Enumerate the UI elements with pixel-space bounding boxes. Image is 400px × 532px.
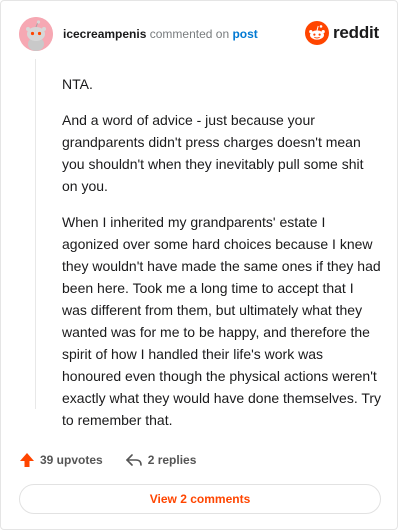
comment-header: icecreampenis commented on post reddit [19, 17, 379, 51]
thread-line [35, 59, 36, 409]
upvote-arrow-icon [20, 453, 34, 467]
brand-wordmark: reddit [332, 23, 379, 42]
upvote-count: 39 upvotes [40, 453, 103, 467]
comment-card: icecreampenis commented on post reddit N… [0, 0, 398, 530]
snoo-avatar-icon [19, 17, 53, 51]
comment-paragraph: And a word of advice - just because your… [62, 112, 364, 194]
commented-on-label: commented on [149, 27, 230, 41]
comment-meta: icecreampenis commented on post [63, 26, 258, 42]
comment-paragraph: When I inherited my grandparents' estate… [62, 214, 382, 428]
avatar[interactable] [19, 17, 53, 51]
comment-actions: 39 upvotes 2 replies [19, 449, 379, 471]
reply-arrow-icon [125, 454, 142, 466]
replies-count: 2 replies [147, 453, 197, 467]
username-link[interactable]: icecreampenis [63, 27, 146, 41]
post-link[interactable]: post [232, 27, 257, 41]
comment-paragraph: NTA. [62, 76, 93, 92]
upvote-button[interactable]: 39 upvotes [19, 452, 103, 468]
replies-button[interactable]: 2 replies [125, 452, 197, 468]
reddit-logo-icon [304, 21, 329, 45]
reddit-brand[interactable]: reddit [304, 21, 379, 45]
comment-body: NTA. And a word of advice - just because… [62, 73, 382, 445]
view-comments-button[interactable]: View 2 comments [19, 484, 381, 514]
